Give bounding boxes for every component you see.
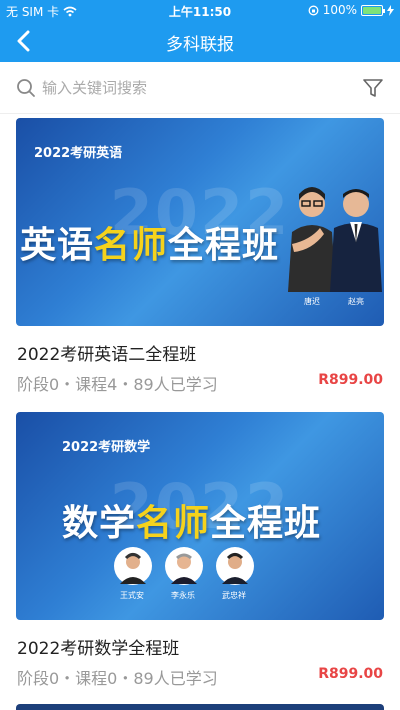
- teacher-name: 赵亮: [348, 297, 364, 306]
- teacher-avatar: [165, 547, 203, 585]
- course-card[interactable]: 2022 2022考研英语 英语名师全程班 唐迟 赵亮 2022考研英语二全程班…: [0, 118, 400, 412]
- course-title[interactable]: 2022考研数学全程班: [17, 634, 179, 659]
- teacher-name: 王式安: [120, 591, 144, 600]
- page-title: 多科联报: [166, 35, 234, 55]
- filter-icon[interactable]: [362, 77, 384, 99]
- nav-bar: 多科联报: [0, 20, 400, 62]
- course-price: R899.00: [318, 666, 383, 682]
- teacher-name: 唐迟: [304, 297, 320, 306]
- course-price: R899.00: [318, 372, 383, 388]
- search-input[interactable]: [42, 77, 342, 99]
- banner-tag: 2022考研数学: [62, 440, 151, 455]
- banner-headline: 数学名师全程班: [62, 503, 322, 544]
- search-icon[interactable]: [16, 78, 36, 98]
- banner-tag: 2022考研英语: [34, 146, 123, 161]
- orientation-lock-icon: [308, 5, 319, 15]
- teacher-avatar: [114, 547, 152, 585]
- battery-icon: [361, 4, 385, 16]
- battery-percent: 100%: [322, 3, 357, 17]
- banner-headline: 英语名师全程班: [20, 225, 280, 266]
- course-meta: 阶段0・课程0・89人已学习: [17, 669, 218, 688]
- teacher-photo: [330, 189, 382, 292]
- course-card[interactable]: 2022 2022考研数学 数学名师全程班 王式安 李永乐 武忠祥 2022考研…: [0, 412, 400, 706]
- teacher-name: 武忠祥: [222, 591, 246, 600]
- course-title[interactable]: 2022考研英语二全程班: [17, 340, 196, 365]
- course-list: 2022 2022考研英语 英语名师全程班 唐迟 赵亮 2022考研英语二全程班…: [0, 118, 400, 706]
- course-banner[interactable]: 2022 2022考研数学 数学名师全程班 王式安 李永乐 武忠祥: [16, 412, 384, 620]
- next-course-banner-edge[interactable]: [16, 704, 384, 710]
- teacher-name: 李永乐: [171, 591, 195, 600]
- status-bar: 无 SIM 卡 上午11:50 100%: [0, 0, 400, 20]
- teacher-avatar: [216, 547, 254, 585]
- charging-icon: [387, 4, 394, 16]
- course-banner[interactable]: 2022 2022考研英语 英语名师全程班 唐迟 赵亮: [16, 118, 384, 326]
- search-bar: [0, 62, 400, 114]
- course-meta: 阶段0・课程4・89人已学习: [17, 375, 218, 394]
